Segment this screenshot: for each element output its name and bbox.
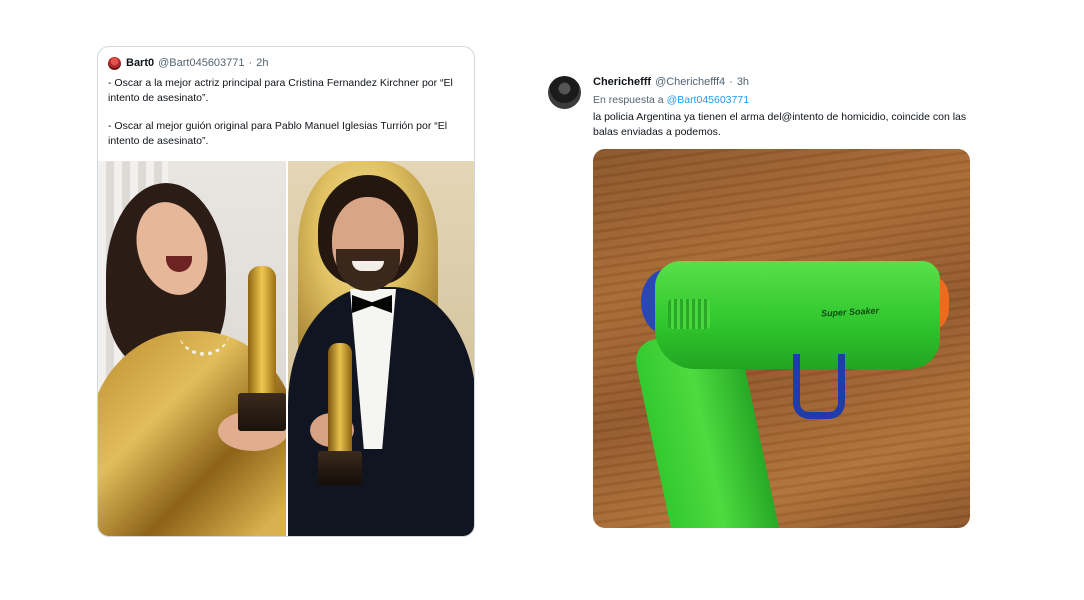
- reply-context: En respuesta a @Bart045603771: [593, 94, 749, 106]
- timestamp[interactable]: 3h: [737, 76, 749, 88]
- handle[interactable]: @Cherichefff4: [655, 76, 725, 88]
- handle[interactable]: @Bart045603771: [158, 57, 244, 69]
- tweet-media-grid: [98, 161, 474, 536]
- display-name[interactable]: Cherichefff: [593, 76, 651, 88]
- tweet-header: Bart0 @Bart045603771 · 2h: [108, 55, 268, 71]
- photo-woman-with-oscar[interactable]: [98, 161, 286, 536]
- tweet-paragraph: - Oscar a la mejor actriz principal para…: [108, 77, 453, 104]
- tweet-text: - Oscar a la mejor actriz principal para…: [108, 76, 468, 148]
- photo-toy-water-gun[interactable]: Super Soaker: [593, 149, 970, 528]
- tweet-paragraph: - Oscar al mejor guión original para Pab…: [108, 120, 448, 147]
- avatar[interactable]: [108, 56, 121, 70]
- separator: ·: [248, 57, 253, 69]
- avatar[interactable]: [548, 76, 581, 109]
- reply-prefix: En respuesta a: [593, 94, 664, 106]
- reply-mention-link[interactable]: @Bart045603771: [667, 94, 749, 106]
- tweet-reply[interactable]: Cherichefff @Cherichefff4 · 3h En respue…: [546, 72, 976, 532]
- timestamp[interactable]: 2h: [256, 57, 268, 69]
- tweet-text: la policia Argentina ya tienen el arma d…: [593, 111, 967, 138]
- display-name[interactable]: Bart0: [126, 57, 154, 69]
- tweet-card-left[interactable]: Bart0 @Bart045603771 · 2h - Oscar a la m…: [97, 46, 475, 537]
- tweet-header: Cherichefff @Cherichefff4 · 3h: [593, 76, 749, 88]
- photo-man-with-oscar[interactable]: [288, 161, 474, 536]
- separator: ·: [729, 76, 733, 88]
